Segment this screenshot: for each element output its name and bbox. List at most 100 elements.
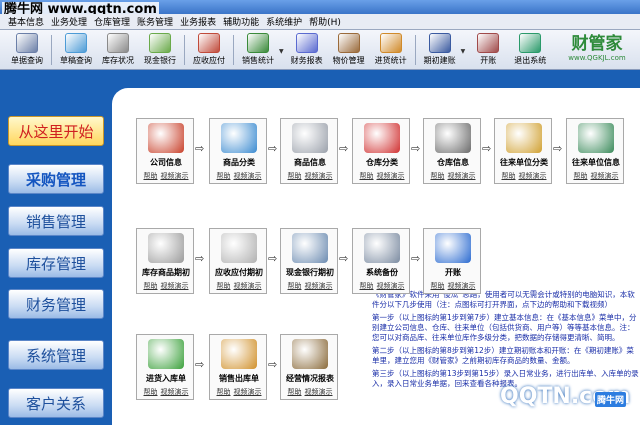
toolbar-button[interactable]: 应收应付 bbox=[188, 31, 230, 69]
nav-button[interactable]: 客户关系 bbox=[8, 388, 104, 418]
workflow-card-title: 经营情况报表 bbox=[286, 374, 334, 383]
workflow-card[interactable]: 应收应付期初 帮助 视频演示 bbox=[209, 228, 267, 294]
company-icon bbox=[148, 123, 184, 153]
toolbar-separator bbox=[184, 35, 185, 65]
video-demo-link[interactable]: 视频演示 bbox=[519, 171, 547, 181]
workflow-card-links: 帮助 视频演示 bbox=[281, 387, 339, 397]
video-demo-link[interactable]: 视频演示 bbox=[448, 171, 476, 181]
help-link[interactable]: 帮助 bbox=[288, 171, 302, 181]
toolbar-button[interactable]: 财务报表 bbox=[286, 31, 328, 69]
help-link[interactable]: 帮助 bbox=[360, 281, 374, 291]
toolbar-button[interactable]: 退出系统 bbox=[509, 31, 551, 69]
opening-stock-icon bbox=[148, 233, 184, 263]
workflow-card-links: 帮助 视频演示 bbox=[210, 387, 268, 397]
menu-item[interactable]: 基本信息 bbox=[8, 15, 44, 28]
menu-item[interactable]: 系统维护 bbox=[266, 15, 302, 28]
dropdown-arrow-icon[interactable]: ▼ bbox=[279, 48, 284, 55]
toolbar-button[interactable]: 进货统计 bbox=[370, 31, 412, 69]
menu-item[interactable]: 账务管理 bbox=[137, 15, 173, 28]
workflow-card[interactable]: 经营情况报表 帮助 视频演示 bbox=[280, 334, 338, 400]
toolbar-button-label: 财务报表 bbox=[290, 56, 323, 65]
workflow-card[interactable]: 公司信息 帮助 视频演示 bbox=[136, 118, 194, 184]
menu-item[interactable]: 仓库管理 bbox=[94, 15, 130, 28]
toolbar-button[interactable]: 销售统计 bbox=[237, 31, 279, 69]
help-link[interactable]: 帮助 bbox=[431, 281, 445, 291]
toolbar-button[interactable]: 库存状况 bbox=[97, 31, 139, 69]
video-demo-link[interactable]: 视频演示 bbox=[161, 171, 189, 181]
workflow-card-links: 帮助 视频演示 bbox=[567, 171, 625, 181]
workflow-card[interactable]: 开账 帮助 视频演示 bbox=[423, 228, 481, 294]
toolbar-button-label: 退出系统 bbox=[514, 56, 547, 65]
workflow-card[interactable]: 进货入库单帮助 视频演示 bbox=[136, 334, 194, 400]
toolbar-button[interactable]: 单据查询 bbox=[6, 31, 48, 69]
product-info-icon bbox=[292, 123, 328, 153]
nav-button[interactable]: 库存管理 bbox=[8, 248, 104, 278]
help-link[interactable]: 帮助 bbox=[217, 171, 231, 181]
nav-button[interactable]: 从这里开始 bbox=[8, 116, 104, 146]
nav-button[interactable]: 销售管理 bbox=[8, 206, 104, 236]
toolbar-button-label: 单据查询 bbox=[11, 56, 43, 65]
video-demo-link[interactable]: 视频演示 bbox=[234, 171, 262, 181]
help-link[interactable]: 帮助 bbox=[217, 281, 231, 291]
toolbar-button[interactable]: 物价管理 bbox=[328, 31, 370, 69]
workflow-card[interactable]: 商品分类 帮助 视频演示 bbox=[209, 118, 267, 184]
help-link[interactable]: 帮助 bbox=[360, 171, 374, 181]
toolbar-button[interactable]: 草稿查询 bbox=[55, 31, 97, 69]
video-demo-link[interactable]: 视频演示 bbox=[305, 281, 333, 291]
help-link[interactable]: 帮助 bbox=[144, 281, 158, 291]
draft-search-icon bbox=[65, 33, 87, 53]
toolbar-button[interactable]: 现金银行 bbox=[139, 31, 181, 69]
video-demo-link[interactable]: 视频演示 bbox=[161, 281, 189, 291]
nav-button[interactable]: 采购管理 bbox=[8, 164, 104, 194]
brand-url: www.QGKJL.com bbox=[568, 54, 626, 62]
video-demo-link[interactable]: 视频演示 bbox=[234, 281, 262, 291]
workflow-card[interactable]: 销售出库单 帮助 视频演示 bbox=[209, 334, 267, 400]
site-watermark-corner: 腾牛网 bbox=[595, 392, 627, 407]
workflow-card-links: 帮助 视频演示 bbox=[495, 171, 553, 181]
dropdown-arrow-icon[interactable]: ▼ bbox=[461, 48, 466, 55]
toolbar-button-label: 库存状况 bbox=[102, 56, 134, 65]
workflow-card[interactable]: 商品信息 帮助 视频演示 bbox=[280, 118, 338, 184]
help-link[interactable]: 帮助 bbox=[502, 171, 516, 181]
workflow-card-links: 帮助 视频演示 bbox=[137, 387, 195, 397]
video-demo-link[interactable]: 视频演示 bbox=[377, 171, 405, 181]
business-report-icon bbox=[292, 339, 328, 369]
brand-name: 财管家 bbox=[571, 34, 623, 54]
video-demo-link[interactable]: 视频演示 bbox=[591, 171, 619, 181]
menu-item[interactable]: 业务处理 bbox=[51, 15, 87, 28]
toolbar-button[interactable]: 期初建账 bbox=[419, 31, 461, 69]
help-link[interactable]: 帮助 bbox=[574, 171, 588, 181]
workflow-card[interactable]: 库存商品期初 帮助 视频演示 bbox=[136, 228, 194, 294]
video-demo-link[interactable]: 视频演示 bbox=[161, 387, 189, 397]
nav-button[interactable]: 财务管理 bbox=[8, 289, 104, 319]
workflow-card[interactable]: 仓库信息 帮助 视频演示 bbox=[423, 118, 481, 184]
help-link[interactable]: 帮助 bbox=[144, 171, 158, 181]
workflow-card[interactable]: 往来单位分类 帮助 视频演示 bbox=[494, 118, 552, 184]
help-link[interactable]: 帮助 bbox=[288, 387, 302, 397]
video-demo-link[interactable]: 视频演示 bbox=[305, 387, 333, 397]
workflow-card[interactable]: 现金银行期初 帮助 视频演示 bbox=[280, 228, 338, 294]
help-link[interactable]: 帮助 bbox=[217, 387, 231, 397]
workflow-card[interactable]: 往来单位信息 帮助 视频演示 bbox=[566, 118, 624, 184]
workflow-card-links: 帮助 视频演示 bbox=[353, 281, 411, 291]
toolbar-button[interactable]: 开账 bbox=[467, 31, 509, 69]
workflow-card-links: 帮助 视频演示 bbox=[210, 281, 268, 291]
video-demo-link[interactable]: 视频演示 bbox=[305, 171, 333, 181]
help-link[interactable]: 帮助 bbox=[431, 171, 445, 181]
receivable-icon bbox=[198, 33, 220, 53]
workflow-card-title: 进货入库单 bbox=[146, 374, 186, 383]
nav-button[interactable]: 系统管理 bbox=[8, 340, 104, 370]
workflow-card-links: 帮助 视频演示 bbox=[424, 171, 482, 181]
help-link[interactable]: 帮助 bbox=[144, 387, 158, 397]
workflow-card[interactable]: 仓库分类 帮助 视频演示 bbox=[352, 118, 410, 184]
menu-item[interactable]: 帮助(H) bbox=[309, 15, 341, 28]
toolbar-separator bbox=[233, 35, 234, 65]
help-link[interactable]: 帮助 bbox=[288, 281, 302, 291]
video-demo-link[interactable]: 视频演示 bbox=[448, 281, 476, 291]
video-demo-link[interactable]: 视频演示 bbox=[234, 387, 262, 397]
workflow-card-title: 现金银行期初 bbox=[286, 268, 334, 277]
workflow-card[interactable]: 系统备份 帮助 视频演示 bbox=[352, 228, 410, 294]
menu-item[interactable]: 业务报表 bbox=[180, 15, 216, 28]
menu-item[interactable]: 辅助功能 bbox=[223, 15, 259, 28]
video-demo-link[interactable]: 视频演示 bbox=[377, 281, 405, 291]
